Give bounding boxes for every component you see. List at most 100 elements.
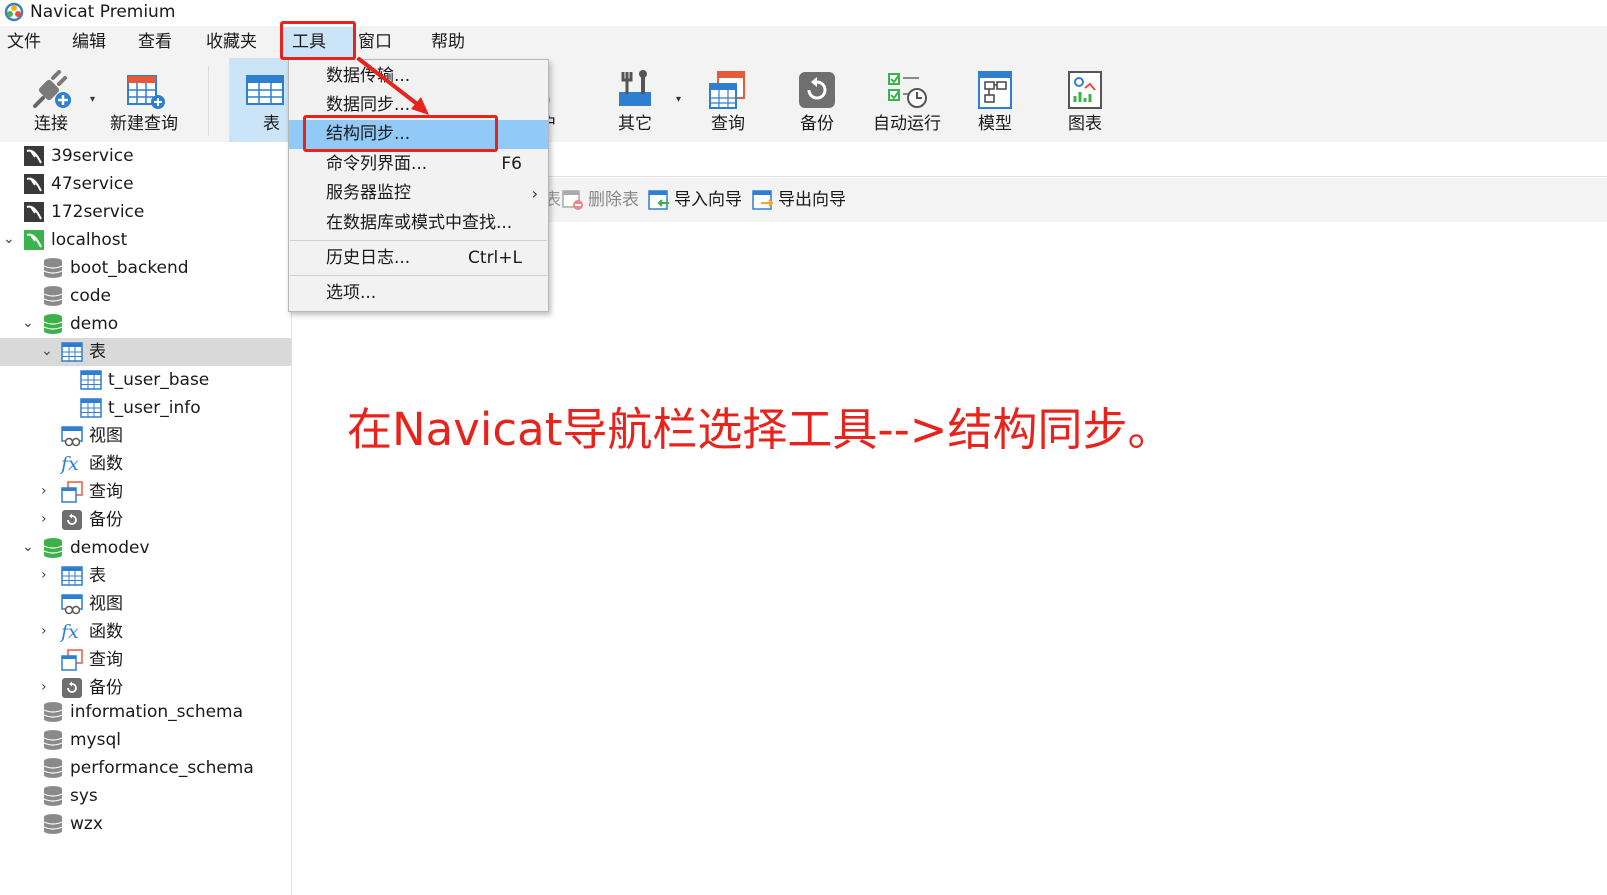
query-button[interactable]: 查询 <box>693 58 763 142</box>
tree-item-demodev-views[interactable]: 视图 <box>0 590 291 618</box>
tree-item-label: performance_schema <box>70 758 254 778</box>
tree-item-47service[interactable]: 47service <box>0 170 291 198</box>
tree-item-localhost[interactable]: ⌄ localhost <box>0 226 291 254</box>
tree-item-t-user-base[interactable]: t_user_base <box>0 366 291 394</box>
tree-item-demo-queries[interactable]: › 查询 <box>0 478 291 506</box>
chevron-right-icon[interactable]: › <box>41 622 55 640</box>
menu-item-options[interactable]: 选项... <box>289 279 548 308</box>
tree-item-label: localhost <box>51 230 128 250</box>
menu-separator <box>290 275 547 276</box>
export-wizard-button[interactable]: 导出向导 <box>752 188 846 212</box>
structure-sync-highlight-box <box>303 115 498 152</box>
menu-edit[interactable]: 编辑 <box>72 30 106 54</box>
other-dropdown-caret-icon[interactable]: ▾ <box>676 94 681 105</box>
menu-item-find-in-database[interactable]: 在数据库或模式中查找... <box>289 209 548 238</box>
tree-item-label: information_schema <box>70 702 244 722</box>
tree-item-label: 表 <box>89 566 106 586</box>
menu-item-label: 选项... <box>326 283 377 303</box>
tree-item-label: t_user_info <box>108 398 201 418</box>
menu-help[interactable]: 帮助 <box>431 30 465 54</box>
other-button[interactable]: 其它 <box>600 58 670 142</box>
query-icon <box>61 649 83 671</box>
tree-item-demo-views[interactable]: 视图 <box>0 422 291 450</box>
delete-table-label: 删除表 <box>588 190 639 210</box>
chevron-right-icon[interactable]: › <box>41 510 55 528</box>
menu-view[interactable]: 查看 <box>138 30 172 54</box>
model-label: 模型 <box>978 114 1012 134</box>
red-pointer-arrow-icon <box>357 57 429 115</box>
backup-label: 备份 <box>800 114 834 134</box>
tree-item-demodev-tables[interactable]: › 表 <box>0 562 291 590</box>
backup-button[interactable]: 备份 <box>782 58 852 142</box>
connect-button[interactable]: 连接 <box>10 58 92 142</box>
database-open-icon <box>43 314 63 334</box>
export-wizard-icon <box>752 190 774 210</box>
delete-table-button[interactable]: 删除表 <box>562 188 639 212</box>
menu-window[interactable]: 窗口 <box>358 30 392 54</box>
tree-item-label: 172service <box>51 202 145 222</box>
connect-label: 连接 <box>34 114 68 134</box>
import-wizard-label: 导入向导 <box>674 190 742 210</box>
tree-item-demo-backups[interactable]: › 备份 <box>0 506 291 534</box>
tree-item-code[interactable]: code <box>0 282 291 310</box>
new-query-label: 新建查询 <box>110 114 178 134</box>
menu-item-command-line[interactable]: 命令列界面... F6 <box>289 150 548 179</box>
tree-item-sys[interactable]: sys <box>0 782 291 810</box>
tree-item-demo-tables[interactable]: ⌄ 表 <box>0 338 291 366</box>
tree-item-label: code <box>70 286 111 306</box>
chevron-down-icon[interactable]: ⌄ <box>41 342 55 360</box>
query-icon <box>61 481 83 503</box>
tree-item-wzx[interactable]: wzx <box>0 810 291 838</box>
tree-item-t-user-info[interactable]: t_user_info <box>0 394 291 422</box>
tree-item-label: demodev <box>70 538 150 558</box>
autorun-label: 自动运行 <box>873 114 941 134</box>
tree-item-39service[interactable]: 39service <box>0 142 291 170</box>
tree-item-demo-functions[interactable]: fx 函数 <box>0 450 291 478</box>
tree-item-label: 47service <box>51 174 134 194</box>
database-icon <box>43 758 63 778</box>
chart-icon <box>1068 71 1102 109</box>
tree-item-label: 函数 <box>89 622 123 642</box>
chevron-right-icon[interactable]: › <box>41 678 55 696</box>
table-icon <box>246 75 284 105</box>
new-query-button[interactable]: 新建查询 <box>102 58 186 142</box>
database-icon <box>43 702 63 722</box>
tree-item-label: 视图 <box>89 426 123 446</box>
delete-table-icon <box>562 190 583 210</box>
autorun-button[interactable]: 自动运行 <box>866 58 948 142</box>
database-icon <box>43 814 63 834</box>
autorun-checklist-icon <box>888 73 927 108</box>
connection-active-icon <box>24 230 44 250</box>
menu-favorites[interactable]: 收藏夹 <box>206 30 257 54</box>
tree-item-boot-backend[interactable]: boot_backend <box>0 254 291 282</box>
menu-file[interactable]: 文件 <box>7 30 41 54</box>
tree-item-label: mysql <box>70 730 121 750</box>
table-icon <box>61 342 83 362</box>
connection-tree: 39service 47service 172service ⌄ localho… <box>0 142 292 895</box>
connect-dropdown-caret-icon[interactable]: ▾ <box>90 94 95 105</box>
tree-item-demodev-functions[interactable]: › fx 函数 <box>0 618 291 646</box>
tree-item-information-schema[interactable]: information_schema <box>0 698 291 726</box>
model-button[interactable]: 模型 <box>960 58 1030 142</box>
tree-item-172service[interactable]: 172service <box>0 198 291 226</box>
chevron-down-icon[interactable]: ⌄ <box>22 538 36 556</box>
menu-item-server-monitor[interactable]: 服务器监控 › <box>289 179 548 208</box>
tree-item-mysql[interactable]: mysql <box>0 726 291 754</box>
chevron-down-icon[interactable]: ⌄ <box>22 314 36 332</box>
tree-item-performance-schema[interactable]: performance_schema <box>0 754 291 782</box>
table-button[interactable]: 表 <box>229 58 289 142</box>
connection-icon <box>24 174 44 194</box>
tree-item-demodev[interactable]: ⌄ demodev <box>0 534 291 562</box>
chevron-right-icon[interactable]: › <box>41 566 55 584</box>
chevron-down-icon[interactable]: ⌄ <box>3 230 17 248</box>
tree-item-demo[interactable]: ⌄ demo <box>0 310 291 338</box>
chevron-right-icon[interactable]: › <box>41 482 55 500</box>
function-fx-icon: fx <box>61 621 79 643</box>
chart-button[interactable]: 图表 <box>1050 58 1120 142</box>
import-wizard-button[interactable]: 导入向导 <box>648 188 742 212</box>
function-fx-icon: fx <box>61 453 79 475</box>
tree-item-demodev-queries[interactable]: 查询 <box>0 646 291 674</box>
database-icon <box>43 730 63 750</box>
menu-item-history-log[interactable]: 历史日志... Ctrl+L <box>289 244 548 273</box>
menu-item-shortcut: Ctrl+L <box>468 248 522 268</box>
